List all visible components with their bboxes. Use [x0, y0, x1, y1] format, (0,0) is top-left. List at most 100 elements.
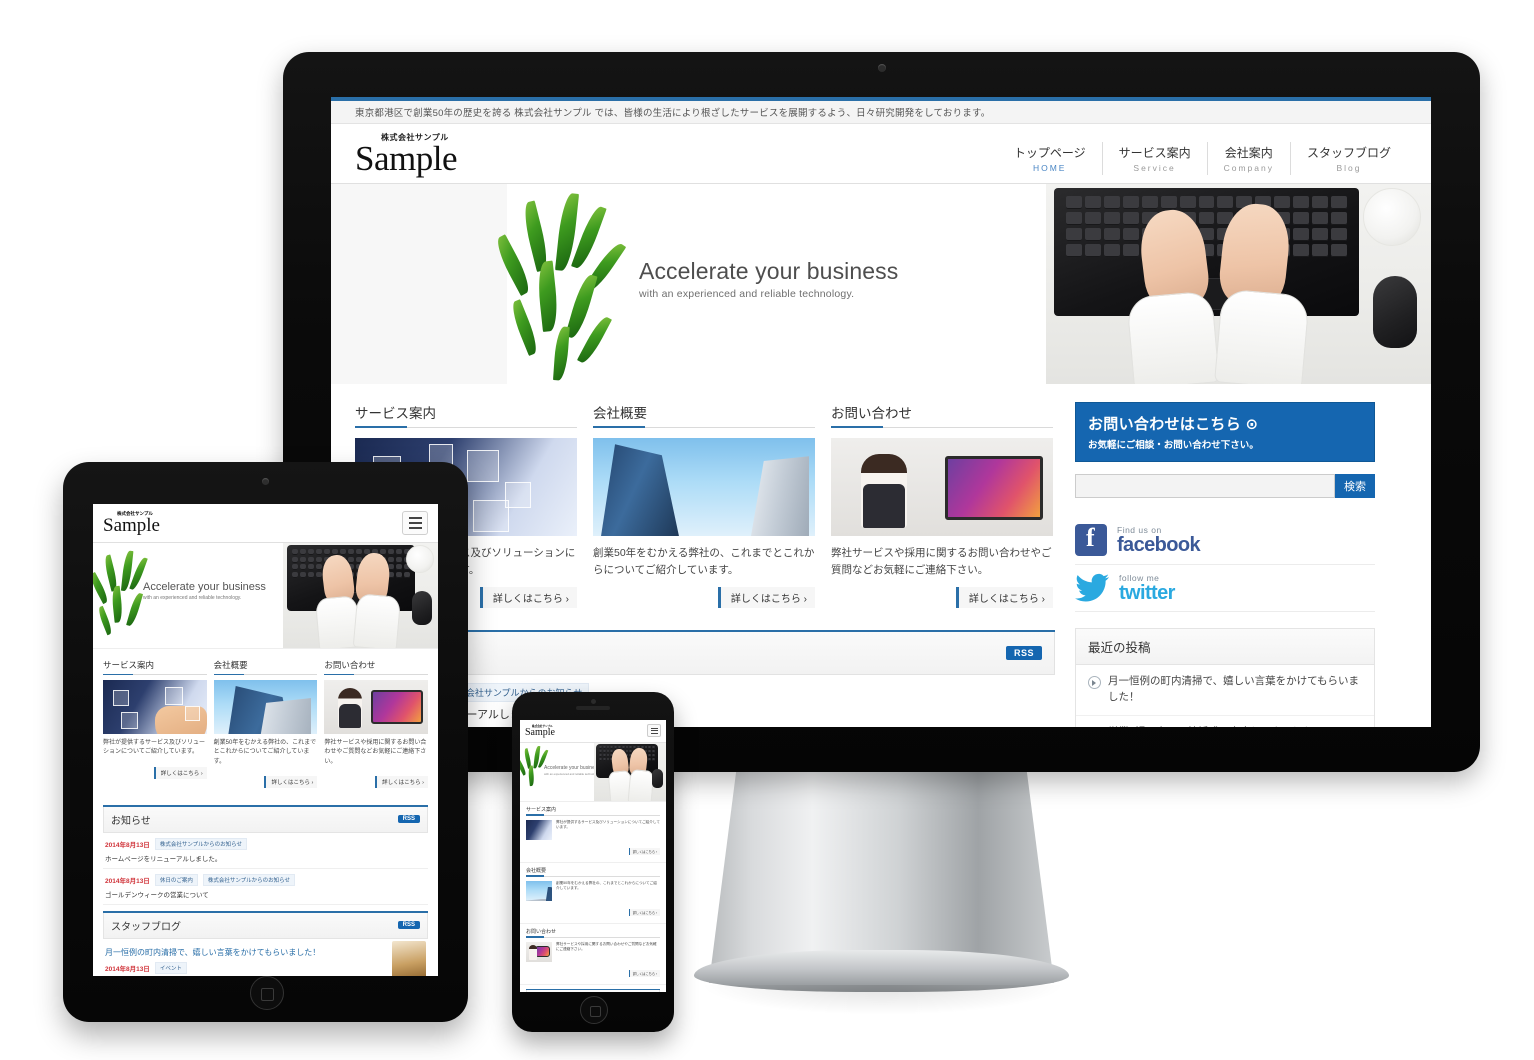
- card-more-link[interactable]: 詳しくはこちら ›: [479, 587, 577, 609]
- site-logo[interactable]: 株式会社サンプル Sample: [355, 134, 457, 177]
- main-navigation: トップページ HOME サービス案内 Service 会社案内 Company: [998, 142, 1407, 176]
- phone-logo[interactable]: 株式会社サンプル Sample: [525, 724, 555, 738]
- nav-item-blog[interactable]: スタッフブログ Blog: [1289, 142, 1407, 176]
- hero-subline: with an experienced and reliable technol…: [639, 288, 855, 301]
- tablet-card-image-building: [213, 680, 318, 735]
- search-button[interactable]: 検索: [1335, 474, 1375, 499]
- tablet-news-row[interactable]: 2014年8月13日 休日のご案内 株式会社サンプルからのお知らせ ゴールデンウ…: [103, 869, 428, 905]
- phone-hero-subline: with an experienced and reliable technol…: [544, 771, 599, 776]
- tablet-blog-post[interactable]: 月一恒例の町内清掃で、嬉しい言葉をかけてもらいました！ 2014年8月13日 イ…: [103, 939, 428, 976]
- tablet-logo-wordmark: Sample: [103, 515, 160, 536]
- tablet-news-title-text[interactable]: ホームページをリニューアルしました。: [105, 853, 426, 863]
- phone-card-row: 弊社が提供するサービス及びソリューションについてご紹介しています。: [526, 819, 660, 840]
- phone-speaker-icon: [576, 706, 610, 710]
- phone-card-title: サービス案内: [526, 806, 660, 816]
- nav-item-company[interactable]: 会社案内 Company: [1206, 142, 1290, 176]
- phone-card-more-link[interactable]: 詳しくはこちら ›: [628, 908, 660, 916]
- card-more-link[interactable]: 詳しくはこちら ›: [955, 587, 1053, 609]
- recent-post-item[interactable]: 営業2課、吉田の結婚式に出席してきました。: [1076, 716, 1374, 727]
- phone-hero-banner: Accelerate your business with an experie…: [520, 742, 666, 802]
- nav-item-service[interactable]: サービス案内 Service: [1101, 142, 1207, 176]
- tablet-blog-rss-badge[interactable]: RSS: [397, 921, 420, 930]
- rss-badge[interactable]: RSS: [1005, 646, 1042, 661]
- tablet-news-meta: 2014年8月13日 株式会社サンプルからのお知らせ: [105, 837, 426, 850]
- facebook-icon: [1075, 523, 1107, 557]
- monitor-stand-shadow: [700, 985, 1065, 1015]
- tablet-news-tag[interactable]: 休日のご案内: [154, 873, 198, 886]
- card-image-support: [831, 438, 1053, 537]
- phone-card-body: 弊社サービスや採用に関するお問い合わせやご質問などお気軽にご連絡下さい。: [556, 941, 657, 952]
- phone-card-body: 創業50年をむかえる弊社の、これまでとこれからについてご紹介しています。: [556, 880, 657, 891]
- tablet-blog-post-title[interactable]: 月一恒例の町内清掃で、嬉しい言葉をかけてもらいました！: [105, 947, 426, 958]
- phone-news-header: お知らせ RSS: [526, 989, 660, 992]
- nav-item-home[interactable]: トップページ HOME: [998, 142, 1102, 175]
- tablet-header: 株式会社サンプル Sample: [93, 504, 438, 544]
- phone-hamburger-menu-icon[interactable]: [647, 724, 661, 738]
- hamburger-menu-icon[interactable]: [402, 511, 428, 536]
- tablet-card-body: 弊社が提供するサービス及びソリューションについてご紹介しています。: [103, 740, 206, 756]
- phone-hero-headline: Accelerate your business: [544, 764, 600, 771]
- hero-inner: Accelerate your business with an experie…: [491, 184, 1431, 385]
- contact-cta-banner[interactable]: お問い合わせはこちら ⊙ お気軽にご相談・お問い合わせ下さい。: [1075, 402, 1375, 463]
- webcam-icon: [877, 64, 886, 72]
- tablet-card-contact: お問い合わせ 弊社サービスや採用に関するお問い合わせやご質問などお気軽にご連絡下…: [324, 659, 429, 789]
- phone-card-more-link[interactable]: 詳しくはこちら ›: [628, 847, 660, 855]
- tablet-rss-badge[interactable]: RSS: [397, 815, 420, 824]
- facebook-badge[interactable]: Find us on facebook: [1075, 516, 1375, 566]
- hero-banner: Accelerate your business with an experie…: [331, 184, 1431, 385]
- hero-text-block: Accelerate your business with an experie…: [639, 258, 898, 300]
- tablet-home-button[interactable]: [249, 976, 284, 1010]
- left-sleeve-shape: [1126, 290, 1220, 385]
- sidebar: お問い合わせはこちら ⊙ お気軽にご相談・お問い合わせ下さい。 検索 F: [1075, 402, 1375, 727]
- phone-logo-wordmark: Sample: [525, 727, 555, 738]
- tablet-card-body: 創業50年をむかえる弊社の、これまでとこれからについてご紹介しています。: [213, 740, 317, 765]
- tablet-card-more-link[interactable]: 詳しくはこちら ›: [153, 766, 207, 779]
- tablet-blog-tag[interactable]: イベント: [154, 961, 187, 974]
- tablet-camera-icon: [262, 478, 269, 485]
- card-title: 会社概要: [593, 402, 815, 429]
- card-body: 創業50年をむかえる弊社の、これまでとこれからについてご紹介しています。: [593, 547, 815, 577]
- nav-label-en: Company: [1223, 163, 1274, 174]
- recent-posts-section: 最近の投稿 月一恒例の町内清掃で、嬉しい言葉をかけてもらいました！ 営業2課、吉…: [1075, 628, 1375, 727]
- tablet-card-title: サービス案内: [103, 659, 207, 676]
- twitter-bird-icon: [1075, 573, 1109, 603]
- tablet-card-body: 弊社サービスや採用に関するお問い合わせやご質問などお気軽にご連絡下さい。: [324, 740, 427, 765]
- card-title: お問い合わせ: [831, 402, 1053, 429]
- twitter-wordmark: twitter: [1119, 582, 1175, 605]
- cta-title: お問い合わせはこちら ⊙: [1088, 416, 1259, 434]
- search-input[interactable]: [1075, 474, 1335, 499]
- phone-news-section: お知らせ RSS 2014年8月13日 株式会社サンプルからのお知らせ ホームペ…: [526, 988, 660, 992]
- tablet-blog-header: スタッフブログ RSS: [103, 912, 428, 939]
- twitter-badge[interactable]: follow me twitter: [1075, 565, 1375, 613]
- nav-label-en: Service: [1133, 163, 1176, 174]
- tablet-card-more-link[interactable]: 詳しくはこちら ›: [264, 775, 318, 788]
- social-badges: Find us on facebook: [1075, 516, 1375, 613]
- card-more-link[interactable]: 詳しくはこちら ›: [717, 587, 815, 609]
- tablet-keyboard-photo: [283, 543, 438, 649]
- tablet-blog-section: スタッフブログ RSS 月一恒例の町内清掃で、嬉しい言葉をかけてもらいました！ …: [103, 910, 428, 976]
- phone-home-button[interactable]: [580, 996, 608, 1024]
- tablet-card-more-link[interactable]: 詳しくはこちら ›: [375, 775, 429, 788]
- tablet-news-meta: 2014年8月13日 休日のご案内 株式会社サンプルからのお知らせ: [105, 873, 426, 886]
- recent-post-item[interactable]: 月一恒例の町内清掃で、嬉しい言葉をかけてもらいました！: [1076, 665, 1374, 716]
- tablet-card-image-service: [103, 680, 207, 735]
- coffee-cup-shape: [1363, 188, 1421, 247]
- tablet-news-title-text[interactable]: ゴールデンウィークの営業について: [105, 889, 426, 899]
- recent-post-label: 営業2課、吉田の結婚式に出席してきました。: [1108, 725, 1323, 727]
- tablet-news-row[interactable]: 2014年8月13日 株式会社サンプルからのお知らせ ホームページをリニューアル…: [103, 833, 428, 869]
- phone-card-more-link[interactable]: 詳しくはこちら ›: [628, 969, 660, 977]
- tablet-news-tag[interactable]: 株式会社サンプルからのお知らせ: [202, 873, 296, 886]
- phone-card-thumb-support: [526, 941, 552, 962]
- responsive-devices-mockup: 東京都港区で創業50年の歴史を誇る 株式会社サンプル では、皆様の生活により根ざ…: [0, 0, 1534, 1060]
- tablet-card-company: 会社概要 創業50年をむかえる弊社の、これまでとこれからについてご紹介しています…: [213, 659, 318, 789]
- card-link-wrap: 詳しくはこちら ›: [593, 587, 815, 609]
- tablet-news-tag[interactable]: 株式会社サンプルからのお知らせ: [154, 837, 248, 850]
- keyboard-hands-photo: [1046, 184, 1431, 385]
- phone-plant-image: [520, 745, 549, 786]
- plant-decoration-image: [491, 190, 627, 384]
- phone-card-title: 会社概要: [526, 867, 660, 877]
- phone-card-company: 会社概要 創業50年をむかえる弊社の、これまでとこれからについてご紹介しています…: [520, 863, 666, 924]
- tablet-logo[interactable]: 株式会社サンプル Sample: [103, 511, 160, 535]
- phone-card-thumb-service: [526, 819, 552, 840]
- nav-label-en: Blog: [1336, 163, 1362, 174]
